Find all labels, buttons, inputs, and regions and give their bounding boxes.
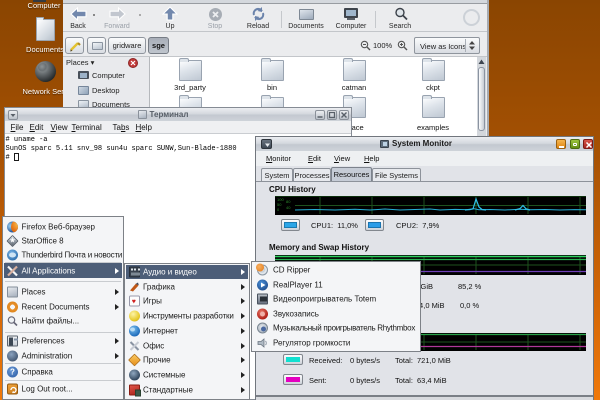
svg-text:80: 80 xyxy=(286,199,291,204)
svg-text:40: 40 xyxy=(286,205,291,210)
